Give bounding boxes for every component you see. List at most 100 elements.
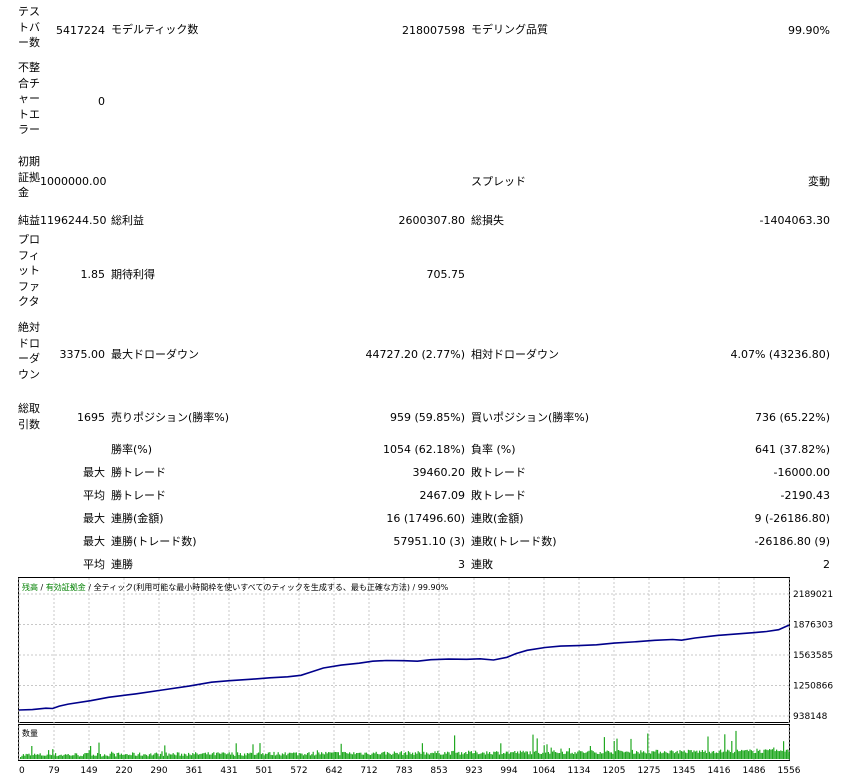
volume-bar <box>49 754 51 759</box>
volume-bar <box>547 752 549 759</box>
volume-bar <box>151 755 153 759</box>
volume-bar <box>71 755 73 759</box>
volume-bar <box>620 750 622 759</box>
volume-bar <box>710 753 712 759</box>
volume-bar <box>214 755 216 759</box>
volume-bar <box>399 752 401 759</box>
volume-bar <box>259 743 261 759</box>
volume-bar <box>21 755 23 759</box>
volume-bar <box>144 754 146 759</box>
volume-bar <box>643 751 645 759</box>
volume-bar <box>764 749 766 759</box>
cons-wins-value: 16 (17496.60) <box>386 512 465 525</box>
volume-bar <box>651 751 653 759</box>
volume-bar <box>260 754 262 759</box>
volume-bar <box>342 752 344 759</box>
volume-bar <box>732 753 734 759</box>
volume-bar <box>59 755 61 759</box>
volume-bar <box>528 754 530 759</box>
volume-bar <box>612 753 614 759</box>
legend-separator: / <box>410 583 418 592</box>
volume-bar <box>554 752 556 759</box>
volume-bar <box>319 754 321 759</box>
volume-bar <box>655 749 657 759</box>
volume-bar <box>633 753 635 759</box>
volume-bar <box>24 755 26 759</box>
volume-bar <box>468 750 470 759</box>
ticks-value: 218007598 <box>402 24 465 37</box>
volume-bar <box>295 752 297 759</box>
volume-bar <box>272 755 274 759</box>
volume-bar <box>602 753 604 759</box>
volume-bar <box>686 753 688 759</box>
legend-separator: / <box>86 583 94 592</box>
volume-bar <box>267 752 269 759</box>
volume-bar <box>559 753 561 759</box>
volume-bar <box>336 752 338 759</box>
volume-bar <box>239 753 241 759</box>
volume-bar <box>206 754 208 759</box>
volume-bar <box>735 730 737 759</box>
volume-bar <box>297 755 299 759</box>
volume-bar <box>36 754 38 759</box>
volume-bar <box>63 754 65 759</box>
volume-bar <box>708 751 710 759</box>
volume-bar <box>84 753 86 759</box>
volume-bar <box>689 750 691 759</box>
volume-bar <box>413 754 415 759</box>
volume-bar <box>372 752 374 759</box>
legend: 残高 / 有効証拠金 / 全ティック(利用可能な最小時間枠を使いすべてのティック… <box>22 582 449 592</box>
volume-bar <box>232 754 234 759</box>
volume-bar <box>56 756 58 759</box>
volume-bar <box>88 750 90 759</box>
volume-bar <box>545 752 547 759</box>
volume-bar <box>699 750 701 759</box>
volume-bar <box>573 754 575 759</box>
volume-bar <box>501 754 503 759</box>
volume-bar <box>280 755 282 759</box>
volume-bar <box>497 751 499 759</box>
volume-bar <box>391 754 393 759</box>
volume-bar <box>522 750 524 759</box>
volume-bar <box>353 752 355 759</box>
volume-bar <box>788 752 790 759</box>
volume-bar <box>662 752 664 759</box>
volume-bar <box>115 756 117 759</box>
volume-bar <box>440 754 442 759</box>
volume-bar <box>725 751 727 759</box>
volume-bar <box>218 753 220 759</box>
volume-bar <box>127 755 129 759</box>
volume-bar <box>619 750 621 759</box>
volume-bar <box>381 752 383 759</box>
volume-bar <box>759 749 761 759</box>
long-value: 736 (65.22%) <box>754 411 830 424</box>
volume-bar <box>85 753 87 759</box>
expected-label: 期待利得 <box>111 268 155 281</box>
volume-bar <box>351 754 353 759</box>
volume-bar <box>120 753 122 759</box>
volume-bar <box>22 754 24 759</box>
x-tick-label: 1556 <box>778 766 801 776</box>
volume-bar <box>745 750 747 759</box>
volume-bar <box>265 753 267 759</box>
volume-bar <box>167 755 169 759</box>
volume-bar <box>529 751 531 759</box>
volume-bar <box>53 755 55 759</box>
volume-bar <box>231 752 233 759</box>
volume-bar <box>778 751 780 759</box>
volume-bar <box>622 751 624 759</box>
avg-win-value: 2467.09 <box>419 489 466 502</box>
quality-label: モデリング品質 <box>471 23 548 36</box>
volume-bar <box>349 752 351 759</box>
x-tick-label: 501 <box>255 766 272 776</box>
volume-bar <box>595 752 597 759</box>
volume-bar <box>365 752 367 759</box>
volume-bar <box>728 750 730 759</box>
volume-bar <box>309 755 311 759</box>
volume-bar <box>34 753 36 759</box>
volume-bar <box>300 753 302 759</box>
volume-bar <box>287 753 289 759</box>
volume-bar <box>549 753 551 759</box>
volume-bar <box>195 752 197 759</box>
volume-bar <box>398 754 400 759</box>
